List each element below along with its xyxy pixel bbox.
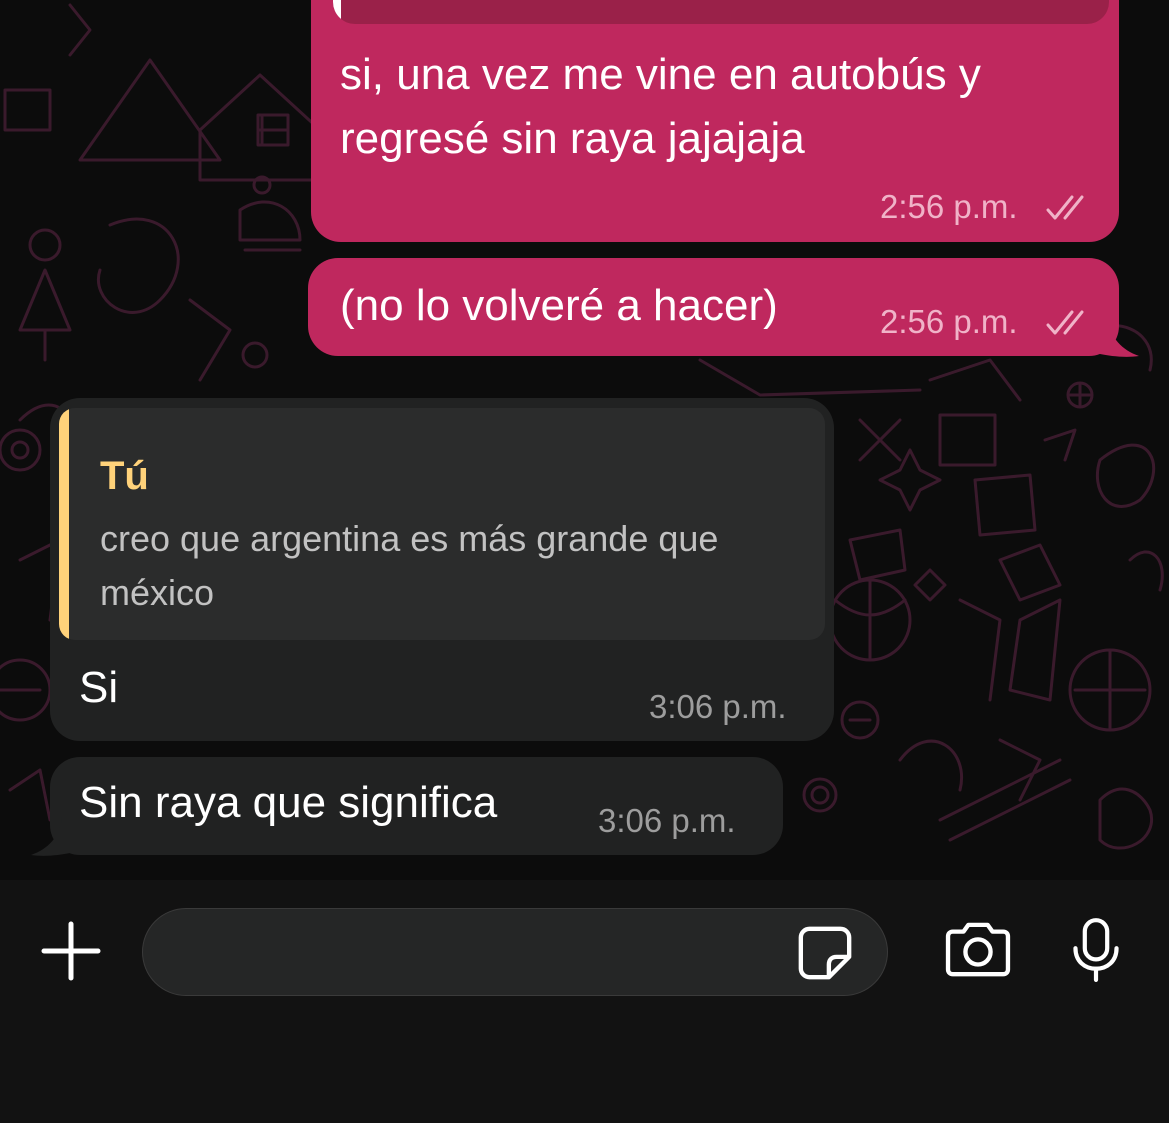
reply-accent-bar <box>333 0 341 24</box>
sticker-icon[interactable] <box>795 923 855 983</box>
message-text-line: si, una vez me vine en autobús y <box>340 50 981 99</box>
bubble-tail <box>1100 318 1139 357</box>
read-receipt-icon <box>1046 310 1084 335</box>
outgoing-message-bubble[interactable]: (no lo volveré a hacer) 2:56 p.m. <box>308 258 1119 356</box>
quote-accent-bar <box>59 408 69 640</box>
read-receipt-icon <box>1046 195 1084 220</box>
microphone-icon[interactable] <box>1066 914 1126 988</box>
message-text: Sin raya que significa <box>79 778 498 827</box>
bubble-tail <box>31 817 70 856</box>
reply-preview[interactable] <box>333 0 1109 24</box>
incoming-message-bubble[interactable]: Sin raya que significa 3:06 p.m. <box>50 757 783 855</box>
plus-icon[interactable] <box>38 918 104 984</box>
quoted-message[interactable]: Tú creo que argentina es más grande que … <box>59 408 825 640</box>
outgoing-message-bubble[interactable]: si, una vez me vine en autobús y regresé… <box>311 0 1119 242</box>
message-text: Si <box>79 663 119 712</box>
message-text: (no lo volveré a hacer) <box>340 281 778 330</box>
message-input[interactable] <box>142 908 888 996</box>
message-timestamp: 3:06 p.m. <box>649 688 787 725</box>
quote-author: Tú <box>100 454 149 498</box>
message-timestamp: 2:56 p.m. <box>880 303 1018 340</box>
camera-icon[interactable] <box>941 920 1015 980</box>
quote-text-line: méxico <box>100 572 215 613</box>
message-composer <box>0 880 1169 1123</box>
chat-message-list[interactable]: si, una vez me vine en autobús y regresé… <box>0 0 1169 880</box>
incoming-message-bubble[interactable]: Tú creo que argentina es más grande que … <box>50 398 834 741</box>
message-timestamp: 2:56 p.m. <box>880 188 1018 225</box>
chat-screen: si, una vez me vine en autobús y regresé… <box>0 0 1169 1123</box>
quote-text-line: creo que argentina es más grande que <box>100 518 719 559</box>
message-timestamp: 3:06 p.m. <box>598 802 736 839</box>
message-text-line: regresé sin raya jajajaja <box>340 114 805 163</box>
